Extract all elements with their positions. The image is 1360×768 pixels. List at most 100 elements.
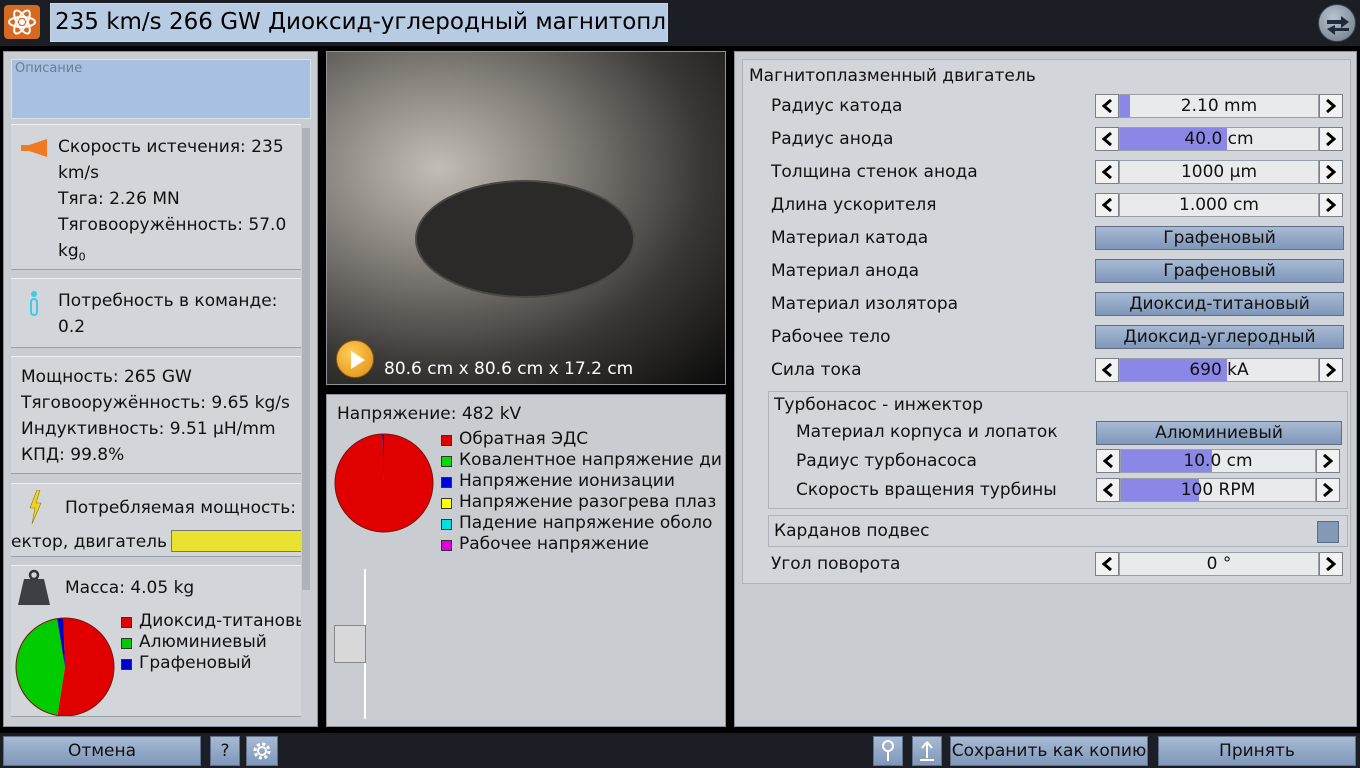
legend-item: Рабочее напряжение bbox=[441, 534, 721, 556]
cathode-radius-slider[interactable]: 2.10 mm bbox=[1119, 94, 1319, 118]
working-fluid-button[interactable]: Диоксид-углеродный bbox=[1095, 325, 1344, 349]
footer-bar bbox=[0, 733, 1360, 768]
left-scrollbar[interactable] bbox=[302, 128, 310, 590]
turbine-speed-decrease-button[interactable] bbox=[1096, 478, 1120, 502]
accelerator-length-decrease-button[interactable] bbox=[1095, 193, 1119, 217]
legend-item: Напряжение разогрева плаз bbox=[441, 492, 721, 514]
legend-item: Графеновый bbox=[121, 653, 301, 675]
legend-swatch bbox=[441, 519, 452, 530]
title-field[interactable]: 235 km/s 266 GW Диоксид-углеродный магни… bbox=[50, 3, 668, 42]
anode-wall-thickness-slider[interactable]: 1000 μm bbox=[1119, 160, 1319, 184]
legend-swatch bbox=[441, 435, 452, 446]
config-row-label: Рабочее тело bbox=[771, 327, 891, 347]
legend-label: Напряжение разогрева плаз bbox=[459, 492, 717, 512]
legend-swatch bbox=[121, 638, 132, 649]
anode-wall-thickness-increase-button[interactable] bbox=[1319, 160, 1343, 184]
thrust: Тяга: 2.26 MN bbox=[58, 189, 180, 209]
config-row-label: Радиус анода bbox=[771, 129, 894, 149]
mass-pie-chart bbox=[15, 617, 115, 716]
legend-label: Диоксид-титановы bbox=[139, 611, 301, 631]
cancel-button[interactable]: Отмена bbox=[3, 736, 201, 766]
switch-view-icon[interactable] bbox=[1318, 4, 1356, 42]
legend-item: Падение напряжение оболо bbox=[441, 513, 721, 535]
accelerator-length-increase-button[interactable] bbox=[1319, 193, 1343, 217]
top-bar: 235 km/s 266 GW Диоксид-углеродный магни… bbox=[0, 0, 1360, 46]
config-row-label: Материал изолятора bbox=[771, 294, 959, 314]
description-placeholder: Описание bbox=[15, 61, 83, 76]
gimbal-row: Карданов подвес bbox=[768, 515, 1348, 547]
legend-swatch bbox=[441, 477, 452, 488]
angle-slider[interactable]: 0 ° bbox=[1119, 552, 1319, 576]
cathode-radius-value: 2.10 mm bbox=[1180, 96, 1258, 116]
upload-button[interactable] bbox=[912, 736, 942, 766]
config-inner: Магнитоплазменный двигатель Радиус катод… bbox=[742, 59, 1351, 584]
turbopump-material-button[interactable]: Алюминиевый bbox=[1096, 421, 1342, 445]
current-increase-button[interactable] bbox=[1319, 358, 1343, 382]
turbine-speed-increase-button[interactable] bbox=[1316, 478, 1340, 502]
weight-icon bbox=[18, 569, 50, 605]
turbine-speed-value: 100 RPM bbox=[1180, 480, 1256, 500]
title-text: 235 km/s 266 GW Диоксид-углеродный магни… bbox=[55, 9, 668, 35]
angle-decrease-button[interactable] bbox=[1095, 552, 1119, 576]
play-icon bbox=[351, 351, 365, 369]
turbine-speed-slider[interactable]: 100 RPM bbox=[1120, 478, 1316, 502]
turbopump-radius-decrease-button[interactable] bbox=[1096, 449, 1120, 473]
config-section-title: Магнитоплазменный двигатель bbox=[749, 66, 1036, 86]
accelerator-length-slider[interactable]: 1.000 cm bbox=[1119, 193, 1319, 217]
gimbal-label: Карданов подвес bbox=[774, 521, 930, 541]
help-button[interactable]: ? bbox=[210, 736, 240, 766]
cathode-radius-decrease-button[interactable] bbox=[1095, 94, 1119, 118]
anode-radius-value: 40.0 cm bbox=[1184, 129, 1254, 149]
legend-label: Напряжение ионизации bbox=[459, 471, 675, 491]
angle-value: 0 ° bbox=[1206, 554, 1232, 574]
accept-button[interactable]: Принять bbox=[1158, 736, 1356, 766]
turbopump-radius-increase-button[interactable] bbox=[1316, 449, 1340, 473]
inductance: Индуктивность: 9.51 μH/mm bbox=[21, 419, 276, 439]
crew-person-icon bbox=[28, 291, 40, 317]
anode-material-button[interactable]: Графеновый bbox=[1095, 259, 1344, 283]
legend-label: Ковалентное напряжение ди bbox=[459, 450, 721, 470]
anode-wall-thickness-decrease-button[interactable] bbox=[1095, 160, 1119, 184]
engine-model bbox=[417, 182, 633, 296]
insulator-material-button[interactable]: Диоксид-титановый bbox=[1095, 292, 1344, 316]
upload-icon bbox=[920, 741, 934, 761]
efficiency: КПД: 99.8% bbox=[21, 445, 125, 465]
engine-stats-section: Скорость истечения: 235 km/s Тяга: 2.26 … bbox=[11, 124, 301, 270]
gimbal-checkbox[interactable] bbox=[1317, 521, 1339, 543]
description-field[interactable]: Описание bbox=[11, 59, 311, 119]
mass-pie-slice bbox=[16, 618, 65, 716]
anode-radius-slider[interactable]: 40.0 cm bbox=[1119, 127, 1319, 151]
config-row-label: Толщина стенок анода bbox=[771, 162, 978, 182]
turbopump-material-label: Материал корпуса и лопаток bbox=[796, 422, 1058, 442]
legend-item: Напряжение ионизации bbox=[441, 471, 721, 493]
atom-icon[interactable] bbox=[4, 5, 40, 39]
save-copy-button[interactable]: Сохранить как копию bbox=[950, 736, 1148, 766]
anode-radius-decrease-button[interactable] bbox=[1095, 127, 1119, 151]
anode-wall-thickness-value: 1000 μm bbox=[1180, 162, 1258, 182]
engine-preview[interactable]: 80.6 cm x 80.6 cm x 17.2 cm bbox=[326, 51, 726, 385]
settings-gear-icon[interactable] bbox=[246, 736, 278, 766]
legend-swatch bbox=[121, 659, 132, 670]
turbopump-group: Турбонасос - инжектор Материал корпуса и… bbox=[768, 391, 1348, 509]
cathode-radius-increase-button[interactable] bbox=[1319, 94, 1343, 118]
anode-radius-increase-button[interactable] bbox=[1319, 127, 1343, 151]
legend-item: Диоксид-титановы bbox=[121, 611, 301, 633]
turbopump-radius-label: Радиус турбонасоса bbox=[796, 451, 977, 471]
pin-button[interactable] bbox=[873, 736, 903, 766]
current-decrease-button[interactable] bbox=[1095, 358, 1119, 382]
turbopump-radius-slider[interactable]: 10.0 cm bbox=[1120, 449, 1316, 473]
config-row-label: Сила тока bbox=[771, 360, 862, 380]
left-panel: Описание Скорость истечения: 235 km/s Тя… bbox=[3, 51, 318, 727]
voltage-label: Напряжение: 482 kV bbox=[337, 404, 522, 424]
legend-swatch bbox=[441, 456, 452, 467]
play-button[interactable] bbox=[336, 340, 374, 378]
consumed-power-bar bbox=[171, 530, 301, 552]
legend-item: Обратная ЭДС bbox=[441, 429, 721, 451]
current-slider[interactable]: 690 kA bbox=[1119, 358, 1319, 382]
angle-increase-button[interactable] bbox=[1319, 552, 1343, 576]
voltage-slider-handle[interactable] bbox=[334, 625, 366, 663]
cathode-material-button[interactable]: Графеновый bbox=[1095, 226, 1344, 250]
crew-label: Потребность в команде: bbox=[58, 291, 278, 311]
config-row-label: Длина ускорителя bbox=[771, 195, 937, 215]
legend-swatch bbox=[441, 540, 452, 551]
